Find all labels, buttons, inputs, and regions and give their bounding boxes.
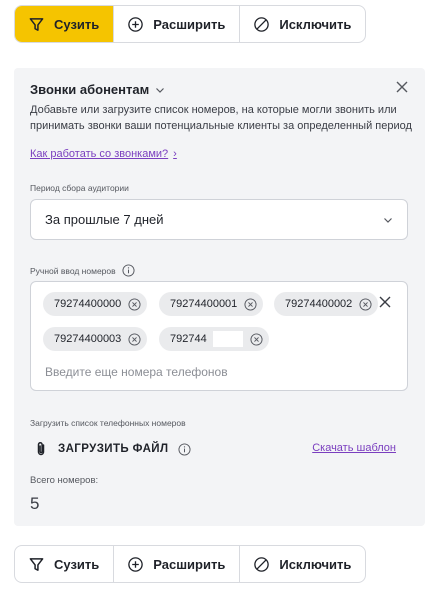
remove-chip-icon[interactable] (244, 297, 257, 311)
phone-chip-text: 79274400003 (54, 333, 122, 345)
period-select[interactable]: За прошлые 7 дней (30, 199, 408, 240)
phone-chip-text: 792744 (170, 333, 207, 345)
exclude-button[interactable]: Исключить (240, 546, 365, 582)
calls-panel: Звонки абонентам Добавьте или загрузите … (14, 68, 425, 526)
funnel-icon (29, 17, 44, 31)
total-value: 5 (30, 494, 40, 513)
bottom-segment-control: Сузить Расширить Исключить (14, 545, 367, 583)
remove-chip-icon[interactable] (128, 297, 141, 311)
phone-chip: 79274400002 (274, 292, 379, 316)
phone-chip-text: 79274400002 (285, 298, 353, 310)
chevron-right-icon: › (173, 148, 177, 160)
panel-description: Добавьте или загрузите список номеров, н… (30, 104, 412, 132)
chevron-down-icon (156, 87, 165, 93)
expand-button[interactable]: Расширить (114, 546, 241, 582)
upload-file-button[interactable]: ЗАГРУЗИТЬ ФАЙЛ (34, 441, 191, 457)
period-value: За прошлые 7 дней (45, 212, 164, 227)
total-label: Всего номеров: (30, 475, 99, 486)
exclude-label: Исключить (279, 556, 352, 572)
info-icon[interactable] (178, 442, 191, 456)
phone-chip: 79274400001 (159, 292, 264, 316)
narrow-button[interactable]: Сузить (15, 6, 115, 42)
help-link[interactable]: Как работать со звонками? › (30, 148, 177, 160)
upload-file-label: ЗАГРУЗИТЬ ФАЙЛ (58, 443, 169, 455)
panel-title[interactable]: Звонки абонентам (30, 82, 165, 97)
phone-input-placeholder[interactable]: Введите еще номера телефонов (45, 365, 228, 379)
expand-label: Расширить (153, 16, 226, 32)
manual-label-row: Ручной ввод номеров (30, 264, 135, 277)
block-icon (254, 556, 270, 572)
expand-button[interactable]: Расширить (114, 6, 241, 42)
plus-circle-icon (128, 16, 144, 32)
phone-chip: 79274400003 (43, 327, 148, 351)
remove-chip-icon[interactable] (250, 332, 263, 346)
help-link-text: Как работать со звонками? (30, 148, 169, 160)
phone-chip-text: 79274400001 (170, 298, 238, 310)
exclude-button[interactable]: Исключить (240, 6, 365, 42)
block-icon (254, 16, 270, 32)
redaction-mask (212, 331, 243, 347)
remove-chip-icon[interactable] (359, 297, 372, 311)
panel-title-text: Звонки абонентам (30, 82, 150, 97)
chevron-down-icon (384, 218, 392, 223)
close-icon[interactable] (395, 80, 409, 94)
info-icon[interactable] (122, 264, 135, 277)
narrow-button[interactable]: Сузить (15, 546, 115, 582)
remove-chip-icon[interactable] (128, 332, 141, 346)
plus-circle-icon (128, 556, 144, 572)
narrow-label: Сузить (54, 556, 100, 572)
clear-all-icon[interactable] (379, 296, 391, 308)
download-template-link[interactable]: Скачать шаблон (312, 442, 396, 454)
top-segment-control: Сузить Расширить Исключить (14, 5, 367, 43)
upload-label: Загрузить список телефонных номеров (30, 418, 186, 428)
paperclip-icon (37, 441, 45, 456)
expand-label: Расширить (153, 556, 226, 572)
narrow-label: Сузить (54, 16, 100, 32)
phone-chip-text: 79274400000 (54, 298, 122, 310)
exclude-label: Исключить (279, 16, 352, 32)
phone-chip: 79274400000 (43, 292, 148, 316)
period-label: Период сбора аудитории (30, 183, 129, 193)
manual-label: Ручной ввод номеров (30, 265, 116, 276)
phone-chip: 792744 (159, 327, 269, 351)
funnel-icon (29, 557, 44, 571)
phone-tag-input[interactable]: 79274400000 79274400001 79274400002 7927… (30, 281, 408, 391)
